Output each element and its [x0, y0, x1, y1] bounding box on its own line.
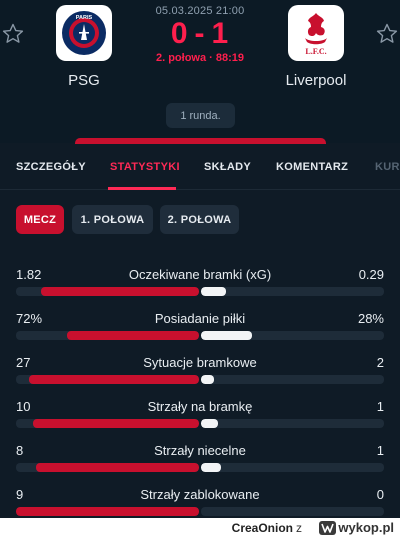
stat-home-bar — [41, 287, 199, 296]
stat-home-bar-track — [16, 507, 199, 516]
stat-name: Strzały na bramkę — [147, 399, 253, 414]
away-team-name[interactable]: Liverpool — [251, 72, 381, 89]
stat-row: 72% Posiadanie piłki 28% — [16, 302, 384, 346]
tab-commentary[interactable]: KOMENTARZ — [276, 161, 348, 173]
stat-home-bar-track — [16, 287, 199, 296]
active-tab-indicator — [108, 187, 176, 190]
stat-home-bar-track — [16, 463, 199, 472]
stat-row: 1.82 Oczekiwane bramki (xG) 0.29 — [16, 258, 384, 302]
home-team-name[interactable]: PSG — [19, 72, 149, 89]
stat-row: 27 Sytuacje bramkowe 2 — [16, 346, 384, 390]
stat-row: 10 Strzały na bramkę 1 — [16, 390, 384, 434]
favorite-away-star-icon[interactable] — [375, 22, 399, 46]
liverpool-crest-text: L.F.C. — [305, 47, 326, 56]
period-chip-first-half[interactable]: 1. POŁOWA — [72, 205, 153, 234]
stat-away-bar-track — [201, 331, 384, 340]
match-screen: PARIS PSG 05.03.2025 21:00 0-1 2. połowa… — [0, 0, 400, 518]
stat-away-bar — [201, 287, 226, 296]
stat-away-value: 1 — [376, 443, 384, 458]
stat-home-bar — [33, 419, 199, 428]
match-header: PARIS PSG 05.03.2025 21:00 0-1 2. połowa… — [0, 0, 400, 144]
stat-away-bar — [201, 419, 218, 428]
stat-name: Sytuacje bramkowe — [143, 355, 257, 370]
stat-home-bar-track — [16, 331, 199, 340]
header-red-strip — [75, 138, 326, 144]
stat-away-value: 28% — [357, 311, 384, 326]
wykop-logo: wykop.pl — [319, 520, 394, 535]
stat-name: Oczekiwane bramki (xG) — [128, 267, 272, 282]
stat-away-bar-track — [201, 507, 384, 516]
author-name: CreaOnion — [231, 521, 293, 535]
stat-name: Posiadanie piłki — [154, 311, 246, 326]
stat-home-bar-track — [16, 375, 199, 384]
stat-name: Strzały niecelne — [154, 443, 246, 458]
stat-row: 9 Strzały zablokowane 0 — [16, 478, 384, 518]
period-chip-second-half[interactable]: 2. POŁOWA — [160, 205, 239, 234]
stat-home-bar — [16, 507, 199, 516]
stat-away-bar — [201, 331, 252, 340]
liverpool-crest-icon[interactable]: L.F.C. — [288, 5, 344, 61]
stat-away-value: 2 — [376, 355, 384, 370]
credit-connector: z — [296, 521, 302, 535]
stat-name: Strzały zablokowane — [140, 487, 260, 502]
tab-lineups[interactable]: SKŁADY — [204, 161, 251, 173]
stat-row: 8 Strzały niecelne 1 — [16, 434, 384, 478]
stat-away-value: 1 — [376, 399, 384, 414]
tab-details[interactable]: SZCZEGÓŁY — [16, 161, 86, 173]
watermark-footer: CreaOnion z wykop.pl — [0, 518, 400, 538]
wykop-site-name: wykop.pl — [338, 520, 394, 535]
stat-home-bar — [29, 375, 199, 384]
stat-away-bar — [201, 375, 214, 384]
period-chip-match[interactable]: MECZ — [16, 205, 64, 234]
stat-home-bar-track — [16, 419, 199, 428]
away-score: 1 — [211, 17, 230, 50]
stat-away-bar-track — [201, 463, 384, 472]
stat-away-bar — [201, 463, 221, 472]
tab-bar: SZCZEGÓŁY STATYSTYKI SKŁADY KOMENTARZ KU… — [0, 145, 400, 190]
tab-statistics[interactable]: STATYSTYKI — [110, 161, 180, 173]
score-separator: - — [194, 17, 206, 50]
wykop-logo-icon — [319, 520, 337, 535]
stat-away-bar-track — [201, 419, 384, 428]
stat-home-bar — [67, 331, 199, 340]
stat-away-value: 0 — [376, 487, 384, 502]
stat-away-bar-track — [201, 287, 384, 296]
stat-away-bar-track — [201, 375, 384, 384]
round-badge[interactable]: 1 runda. — [166, 103, 235, 128]
stat-away-value: 0.29 — [358, 267, 384, 282]
tab-odds[interactable]: KUR — [375, 161, 400, 173]
author-credit: CreaOnion z — [232, 521, 302, 535]
stat-home-bar — [36, 463, 199, 472]
home-score: 0 — [170, 17, 189, 50]
